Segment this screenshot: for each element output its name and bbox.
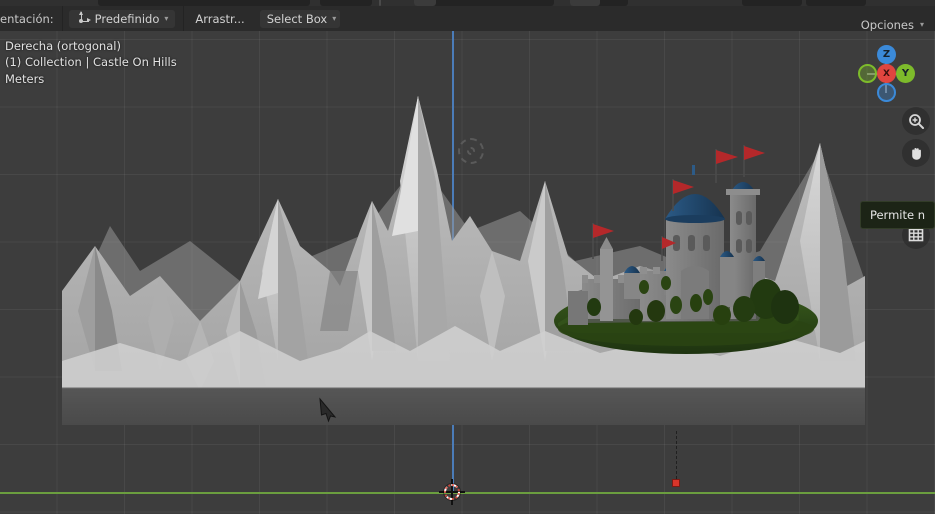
zoom-tool-button[interactable]: [902, 107, 930, 135]
chevron-down-icon-tool: [332, 15, 336, 23]
empty-origin-inner: [467, 147, 475, 155]
castle-on-hills-model: [548, 131, 818, 361]
transform-orientation-dropdown[interactable]: Predefinido: [68, 9, 176, 28]
light-dashed-line: [675, 431, 677, 479]
hand-icon: [911, 147, 921, 160]
grid-camera-icon: [908, 228, 924, 242]
mouse-arrow-cursor: [319, 397, 337, 423]
transform-orientation-label: entación:: [0, 11, 54, 26]
header-separator-2: [183, 6, 185, 31]
move-view-tool-button[interactable]: [902, 139, 930, 167]
transform-orientation-value: Predefinido: [94, 11, 160, 26]
chevron-down-icon-options: [920, 21, 924, 29]
gizmo-axis-y-negative[interactable]: [858, 64, 877, 83]
gizmo-axis-x[interactable]: X: [877, 64, 896, 83]
light-bulb-handle[interactable]: [672, 479, 680, 487]
options-label: Opciones: [860, 17, 914, 32]
header-separator: [61, 6, 63, 31]
blender-window: entación: Predefinido Arrastr... Select …: [0, 0, 935, 514]
snap-drag-label: Arrastr...: [195, 11, 245, 26]
gizmo-axis-z-negative[interactable]: [877, 83, 896, 102]
gizmo-axis-z-label: Z: [882, 49, 891, 60]
magnifier-plus-icon: [908, 113, 924, 129]
gizmo-axis-y[interactable]: Y: [896, 64, 915, 83]
viewport-view-name: Derecha (ortogonal): [5, 39, 121, 53]
viewport-unit-info: Meters: [5, 72, 45, 86]
snap-drag-dropdown[interactable]: Arrastr...: [188, 10, 251, 28]
tooltip-text: Permite n: [869, 208, 925, 222]
gizmo-axis-z[interactable]: Z: [877, 45, 896, 64]
empty-origin-gizmo[interactable]: [458, 138, 484, 164]
active-tool-dropdown[interactable]: Select Box: [259, 9, 340, 28]
chevron-down-icon: [164, 15, 168, 23]
tooltip-popup: Permite n: [859, 201, 935, 229]
viewport-header: entación: Predefinido Arrastr... Select …: [0, 6, 935, 32]
3d-cursor-ring-red: [444, 484, 460, 500]
viewport-collection-info: (1) Collection | Castle On Hills: [5, 55, 177, 69]
gizmo-axis-x-label: X: [883, 68, 890, 79]
3d-cursor[interactable]: [439, 479, 465, 505]
3d-viewport[interactable]: Derecha (ortogonal) (1) Collection | Cas…: [0, 31, 935, 514]
active-tool-value: Select Box: [266, 11, 328, 26]
navigation-gizmo[interactable]: Z Y X: [849, 36, 923, 110]
transform-orientation-icon: [76, 10, 91, 26]
gizmo-axis-y-label: Y: [901, 68, 910, 79]
